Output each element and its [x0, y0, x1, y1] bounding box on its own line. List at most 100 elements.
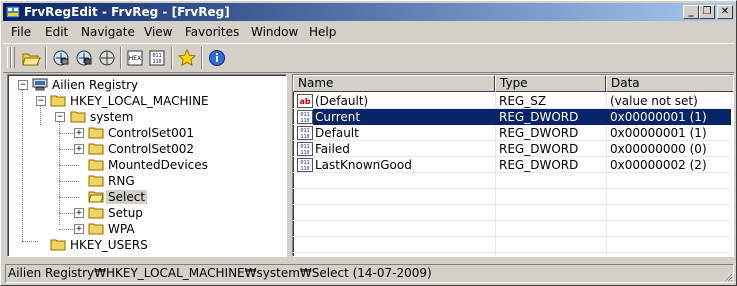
svg-text:HEX: HEX	[129, 55, 141, 62]
tree-item-root[interactable]: − Ailien Registry	[8, 77, 278, 93]
disconnect-icon[interactable]	[74, 48, 94, 68]
menu-window[interactable]: Window	[251, 25, 298, 39]
value-type: REG_DWORD	[499, 158, 579, 172]
toolbar-separator	[171, 47, 173, 69]
svg-text:110: 110	[300, 118, 309, 124]
svg-text:110: 110	[300, 134, 309, 140]
menu-file[interactable]: File	[11, 25, 31, 39]
expand-icon[interactable]: +	[74, 128, 84, 138]
tree-item-hklm[interactable]: − HKEY_LOCAL_MACHINE	[8, 93, 278, 109]
menu-view[interactable]: View	[144, 25, 172, 39]
folder-icon	[88, 159, 104, 171]
column-header-data[interactable]: Data	[606, 75, 733, 92]
value-type: REG_DWORD	[499, 126, 579, 140]
svg-text:ab: ab	[299, 97, 310, 106]
tree-item-mounteddevices[interactable]: MountedDevices	[8, 157, 278, 173]
toolbar: HEX 011 110	[3, 43, 734, 73]
dword-value-icon: 011 110	[297, 158, 313, 172]
value-name: Failed	[315, 142, 350, 156]
folder-open-icon	[70, 111, 86, 123]
column-header-type[interactable]: Type	[495, 75, 606, 92]
list-row-default[interactable]: ab (Default) REG_SZ (value not set)	[293, 93, 733, 109]
values-list[interactable]: Name Type Data ab (Default) REG_SZ (valu…	[292, 74, 734, 257]
value-data: 0x00000001 (1)	[610, 126, 707, 140]
app-window: FrvRegEdit - FrvReg - [FrvReg] _ ❐ ✕ Fil…	[0, 0, 737, 286]
svg-text:110: 110	[300, 166, 309, 172]
dword-value-icon: 011 110	[297, 126, 313, 140]
tree-label: ControlSet002	[108, 142, 194, 156]
toolbar-separator	[201, 47, 203, 69]
tree-item-setup[interactable]: + Setup	[8, 205, 278, 221]
tree-label: RNG	[108, 174, 135, 188]
folder-icon	[88, 143, 104, 155]
toolbar-separator	[120, 47, 122, 69]
open-folder-icon[interactable]	[21, 48, 41, 68]
list-row-current[interactable]: 011 110 Current REG_DWORD 0x00000001 (1)	[293, 109, 733, 125]
value-name: (Default)	[315, 94, 369, 108]
tree-label: Setup	[108, 206, 143, 220]
value-type: REG_DWORD	[499, 142, 579, 156]
tree-label-hklm: HKEY_LOCAL_MACHINE	[70, 94, 209, 108]
collapse-icon[interactable]: −	[55, 112, 65, 122]
value-name: LastKnownGood	[315, 158, 412, 172]
tree-label-root: Ailien Registry	[52, 78, 139, 92]
tree-item-wpa[interactable]: + WPA	[8, 221, 278, 237]
toolbar-separator	[45, 47, 47, 69]
collapse-icon[interactable]: −	[18, 80, 28, 90]
menu-help[interactable]: Help	[309, 25, 336, 39]
minimize-button[interactable]: _	[683, 5, 699, 19]
connect-icon[interactable]	[51, 48, 71, 68]
status-path: Ailien Registry₩HKEY_LOCAL_MACHINE₩syste…	[8, 266, 432, 280]
menu-navigate[interactable]: Navigate	[81, 25, 135, 39]
list-row-default-dword[interactable]: 011 110 Default REG_DWORD 0x00000001 (1)	[293, 125, 733, 141]
folder-open-icon	[88, 191, 104, 203]
collapse-icon[interactable]: −	[36, 96, 46, 106]
resize-grip-icon[interactable]	[721, 270, 733, 282]
tree-label-selected: Select	[106, 190, 148, 204]
window-title: FrvRegEdit - FrvReg - [FrvReg]	[24, 5, 230, 19]
expand-icon[interactable]: +	[74, 224, 84, 234]
tree-item-controlset001[interactable]: + ControlSet001	[8, 125, 278, 141]
close-button[interactable]: ✕	[717, 5, 733, 19]
expand-icon[interactable]: +	[74, 208, 84, 218]
toolbar-grip-2[interactable]	[11, 47, 15, 68]
tree-item-rng[interactable]: RNG	[8, 173, 278, 189]
tree-item-system[interactable]: − system	[8, 109, 278, 125]
expand-icon[interactable]: +	[74, 144, 84, 154]
grid-line	[293, 204, 733, 205]
tree-label-system: system	[90, 110, 134, 124]
value-data: 0x00000001 (1)	[610, 110, 707, 124]
menu-bar: File Edit Navigate View Favorites Window…	[3, 23, 734, 41]
pane-splitter[interactable]	[286, 74, 291, 257]
tree-item-select[interactable]: Select	[8, 189, 278, 205]
folder-icon	[88, 223, 104, 235]
tree-view[interactable]: − Ailien Registry − HKEY_LOCAL_MACHINE −…	[7, 74, 287, 257]
list-row-lastknowngood[interactable]: 011 110 LastKnownGood REG_DWORD 0x000000…	[293, 157, 733, 173]
value-type: REG_SZ	[499, 94, 547, 108]
tree-item-controlset002[interactable]: + ControlSet002	[8, 141, 278, 157]
dword-value-icon: 011 110	[297, 110, 313, 124]
grid-line	[293, 252, 733, 253]
menu-favorites[interactable]: Favorites	[185, 25, 239, 39]
list-header: Name Type Data	[293, 75, 733, 92]
tree-item-hku[interactable]: HKEY_USERS	[8, 237, 278, 253]
value-name: Current	[315, 110, 361, 124]
title-bar[interactable]: FrvRegEdit - FrvReg - [FrvReg] _ ❐ ✕	[3, 3, 734, 21]
folder-icon	[88, 207, 104, 219]
restore-button[interactable]: ❐	[699, 5, 715, 19]
favorites-star-icon[interactable]	[177, 48, 197, 68]
app-icon	[5, 5, 21, 19]
folder-icon	[88, 127, 104, 139]
folder-icon	[88, 175, 104, 187]
grid-line	[293, 188, 733, 189]
tree-label: MountedDevices	[108, 158, 208, 172]
menu-edit[interactable]: Edit	[45, 25, 68, 39]
hex-string-icon[interactable]: HEX	[125, 48, 145, 68]
list-row-failed[interactable]: 011 110 Failed REG_DWORD 0x00000000 (0)	[293, 141, 733, 157]
column-header-name[interactable]: Name	[293, 75, 495, 92]
network-icon[interactable]	[97, 48, 117, 68]
binary-icon[interactable]: 011 110	[147, 48, 167, 68]
svg-text:110: 110	[300, 150, 309, 156]
status-bar: Ailien Registry₩HKEY_LOCAL_MACHINE₩syste…	[5, 264, 734, 283]
info-icon[interactable]	[207, 48, 227, 68]
